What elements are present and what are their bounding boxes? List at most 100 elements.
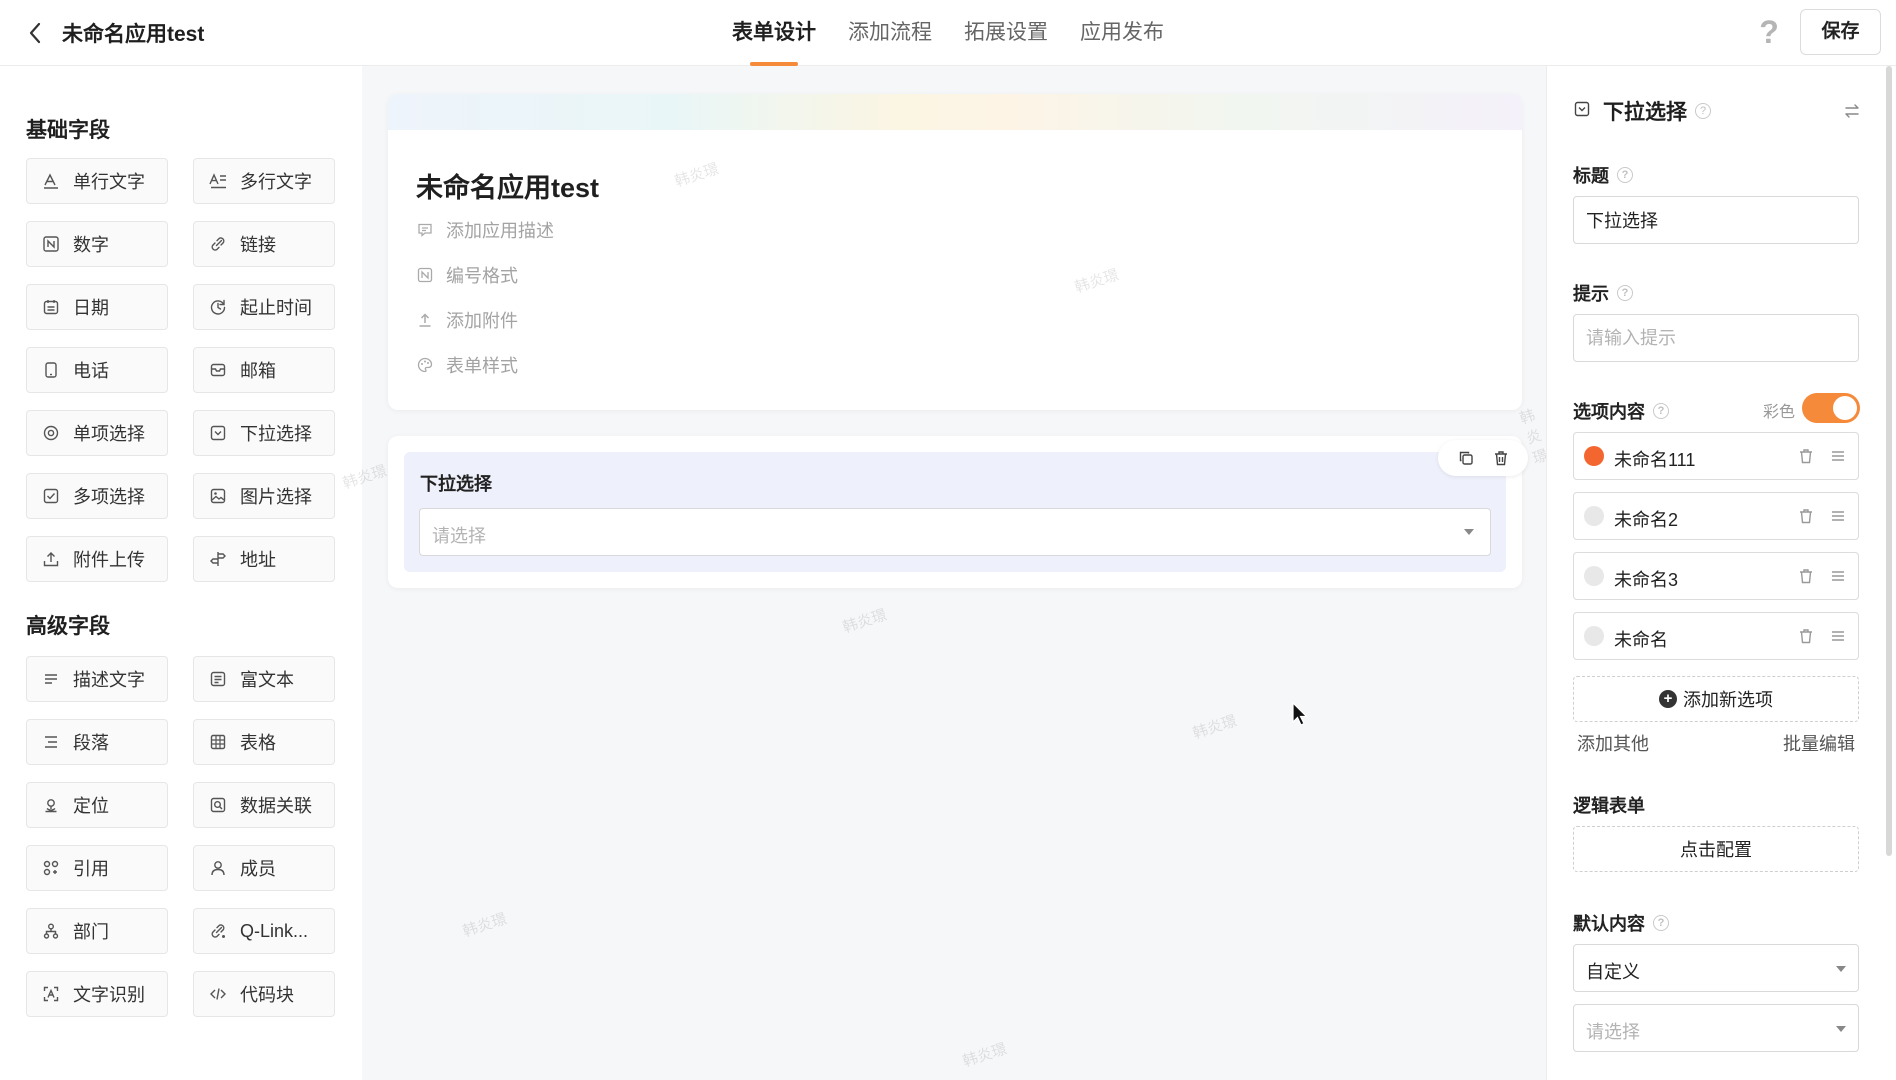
color-toggle-label: 彩色 [1763,404,1796,421]
form-title[interactable]: 未命名应用test [416,166,599,205]
copy-icon[interactable] [1455,447,1477,469]
panel-scrollbar[interactable] [1886,66,1892,856]
field-label: 下拉选择 [240,424,312,444]
field-label: 描述文字 [73,670,145,690]
option-color-dot[interactable] [1584,626,1604,646]
color-toggle[interactable] [1802,393,1860,423]
field-label: 富文本 [240,670,294,690]
palette-icon [416,356,434,374]
field-image-select[interactable]: 图片选择 [193,473,335,519]
tab-form-design[interactable]: 表单设计 [732,0,816,66]
field-label: 部门 [73,922,109,942]
field-data-link[interactable]: 数据关联 [193,782,335,828]
title-input[interactable] [1573,196,1859,244]
drag-handle-icon[interactable] [1828,446,1848,466]
field-phone[interactable]: 电话 [26,347,168,393]
field-dropdown[interactable]: 下拉选择 [193,410,335,456]
delete-icon[interactable] [1490,447,1512,469]
field-checkbox[interactable]: 多项选择 [26,473,168,519]
trash-icon[interactable] [1796,446,1816,466]
option-color-dot[interactable] [1584,566,1604,586]
tab-extension-settings[interactable]: 拓展设置 [964,0,1048,66]
top-bar: 未命名应用test 表单设计 添加流程 拓展设置 应用发布 ? 保存 [0,0,1896,66]
field-ocr[interactable]: 文字识别 [26,971,168,1017]
field-single-line-text[interactable]: 单行文字 [26,158,168,204]
field-label: 电话 [73,361,109,381]
drag-handle-icon[interactable] [1828,566,1848,586]
add-other-link[interactable]: 添加其他 [1577,730,1649,756]
help-icon[interactable]: ? [1756,14,1782,50]
number-format-icon [416,266,434,284]
field-time-range[interactable]: 起止时间 [193,284,335,330]
field-toolbar [1438,440,1528,476]
add-app-description[interactable]: 添加应用描述 [416,218,554,242]
field-reference[interactable]: 引用 [26,845,168,891]
field-department[interactable]: 部门 [26,908,168,954]
field-address[interactable]: 地址 [193,536,335,582]
field-label: 附件上传 [73,550,145,570]
field-label: 图片选择 [240,487,312,507]
field-radio[interactable]: 单项选择 [26,410,168,456]
option-color-dot[interactable] [1584,446,1604,466]
field-paragraph[interactable]: 段落 [26,719,168,765]
app-title: 未命名应用test [62,23,205,46]
time-range-icon [208,297,228,317]
field-link[interactable]: 链接 [193,221,335,267]
option-row: 未命名2 [1573,492,1859,540]
help-circle-icon[interactable]: ? [1695,103,1711,119]
reference-icon [41,858,61,878]
help-circle-icon[interactable]: ? [1653,403,1669,419]
field-mail[interactable]: 邮箱 [193,347,335,393]
plus-circle-icon: + [1659,690,1677,708]
field-table[interactable]: 表格 [193,719,335,765]
swap-icon[interactable] [1841,100,1863,122]
drag-handle-icon[interactable] [1828,626,1848,646]
save-button[interactable]: 保存 [1800,9,1881,55]
help-circle-icon[interactable]: ? [1653,915,1669,931]
field-date[interactable]: 日期 [26,284,168,330]
field-member[interactable]: 成员 [193,845,335,891]
selected-field-dropdown[interactable]: 下拉选择 请选择 [404,452,1506,572]
help-circle-icon[interactable]: ? [1617,167,1633,183]
hint-input[interactable] [1573,314,1859,362]
field-multi-line-text[interactable]: 多行文字 [193,158,335,204]
back-arrow-icon[interactable] [22,20,48,46]
default-value-select[interactable]: 请选择 [1573,1004,1859,1052]
add-option-button[interactable]: + 添加新选项 [1573,676,1859,722]
field-label: 引用 [73,859,109,879]
dropdown-preview[interactable]: 请选择 [419,508,1491,556]
help-circle-icon[interactable]: ? [1617,285,1633,301]
watermark: 韩炎璟 [840,606,889,637]
option-color-dot[interactable] [1584,506,1604,526]
field-label: 多行文字 [240,172,312,192]
field-label: 代码块 [240,985,294,1005]
option-name[interactable]: 未命名111 [1614,446,1695,472]
radio-icon [41,423,61,443]
toggle-knob [1833,396,1857,420]
drag-handle-icon[interactable] [1828,506,1848,526]
field-rich-text[interactable]: 富文本 [193,656,335,702]
field-number[interactable]: 数字 [26,221,168,267]
tab-add-workflow[interactable]: 添加流程 [848,0,932,66]
table-icon [208,732,228,752]
option-name[interactable]: 未命名3 [1614,566,1678,592]
field-code-block[interactable]: 代码块 [193,971,335,1017]
batch-edit-link[interactable]: 批量编辑 [1783,730,1855,756]
option-name[interactable]: 未命名 [1614,626,1668,652]
form-style[interactable]: 表单样式 [416,353,518,377]
add-attachment[interactable]: 添加附件 [416,308,518,332]
logic-config-button[interactable]: 点击配置 [1573,826,1859,872]
field-description-text[interactable]: 描述文字 [26,656,168,702]
tab-app-publish[interactable]: 应用发布 [1080,0,1164,66]
option-name[interactable]: 未命名2 [1614,506,1678,532]
field-location[interactable]: 定位 [26,782,168,828]
trash-icon[interactable] [1796,566,1816,586]
signpost-icon [208,549,228,569]
trash-icon[interactable] [1796,626,1816,646]
default-mode-select[interactable]: 自定义 [1573,944,1859,992]
field-qlink[interactable]: Q-Link... [193,908,335,954]
trash-icon[interactable] [1796,506,1816,526]
number-format[interactable]: 编号格式 [416,263,518,287]
field-label: Q-Link... [240,920,309,941]
field-attachment-upload[interactable]: 附件上传 [26,536,168,582]
